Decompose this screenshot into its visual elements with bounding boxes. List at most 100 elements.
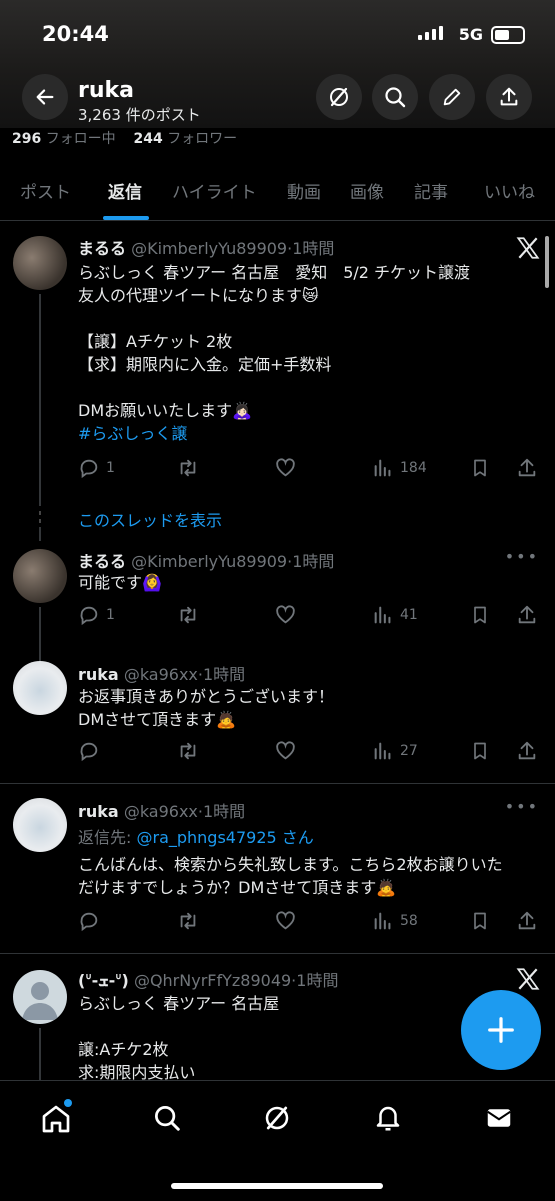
avatar[interactable]	[13, 661, 67, 715]
nav-messages[interactable]	[483, 1103, 513, 1133]
tweet-card[interactable]: ruka @ka96xx·1時間 ••• 返信先: @ra_phngs47925…	[0, 784, 555, 954]
author-handle[interactable]: @ka96xx	[124, 665, 198, 684]
tab-images[interactable]: 画像	[350, 178, 384, 203]
tab-articles[interactable]: 記事	[414, 178, 448, 203]
like-button[interactable]	[274, 910, 303, 932]
reply-count: 1	[106, 607, 115, 623]
more-dots-icon[interactable]: •••	[505, 797, 539, 816]
tab-highlights[interactable]: ハイライト	[172, 178, 257, 203]
like-button[interactable]	[274, 604, 303, 626]
thread-line	[39, 294, 41, 506]
bookmark-button[interactable]	[470, 910, 490, 932]
show-thread-link[interactable]: このスレッドを表示	[78, 507, 222, 531]
tweet-header: まるる @KimberlyYu89909·1時間	[78, 548, 334, 572]
compose-button[interactable]	[461, 990, 541, 1070]
view-count: 41	[400, 607, 418, 623]
share-tweet-button[interactable]	[516, 740, 538, 762]
tweet-line	[78, 376, 470, 399]
bookmark-icon	[474, 606, 486, 624]
reply-icon	[80, 742, 98, 762]
bookmark-icon	[474, 912, 486, 930]
hashtag-link[interactable]: #らぶしっく譲	[78, 422, 470, 445]
bookmark-button[interactable]	[470, 740, 490, 762]
default-avatar-icon	[22, 982, 58, 1020]
avatar[interactable]	[13, 970, 67, 1024]
edit-button[interactable]	[429, 74, 475, 120]
tweet-text: 可能です🙆‍♀️	[78, 571, 162, 594]
nav-home[interactable]	[40, 1099, 72, 1133]
author-name[interactable]: ruka	[78, 802, 119, 821]
author-handle[interactable]: @KimberlyYu89909	[131, 552, 287, 571]
share-tweet-button[interactable]	[516, 910, 538, 932]
nav-notifications[interactable]	[373, 1103, 403, 1133]
tweet-time: 1時間	[296, 971, 339, 990]
views-button[interactable]: 184	[372, 457, 427, 479]
reply-button[interactable]	[78, 740, 106, 762]
grok-button[interactable]	[316, 74, 362, 120]
views-button[interactable]: 27	[372, 740, 418, 762]
retweet-button[interactable]	[176, 910, 206, 932]
like-button[interactable]	[274, 740, 303, 762]
bookmark-button[interactable]	[470, 604, 490, 626]
tweet-line	[78, 307, 470, 330]
tweet-line: だけますでしょうか？DMさせて頂きます🙇	[78, 878, 397, 897]
retweet-button[interactable]	[176, 457, 206, 479]
followers-label[interactable]: フォロワー	[167, 131, 237, 147]
tweet-card[interactable]: ruka @ka96xx·1時間 お返事頂きありがとうございます！ DMさせて頂…	[0, 649, 555, 784]
notification-dot	[64, 1099, 72, 1107]
tweet-card[interactable]: まるる @KimberlyYu89909·1時間 らぶしっく 春ツアー 名古屋 …	[0, 221, 555, 541]
tweet-card[interactable]: まるる @KimberlyYu89909·1時間 ••• 可能です🙆‍♀️ 1 …	[0, 541, 555, 661]
tab-posts[interactable]: ポスト	[20, 178, 71, 203]
following-count[interactable]: 296	[12, 131, 41, 147]
tweet-line	[78, 1015, 279, 1038]
reply-to-user[interactable]: @ra_phngs47925 さん	[136, 828, 313, 847]
heart-icon	[276, 741, 295, 760]
profile-tabs: ポスト 返信 ハイライト 動画 画像 記事 いいね	[0, 160, 555, 221]
tweet-text: らぶしっく 春ツアー 名古屋 譲:Aチケ2枚 求:期限内支払い	[78, 992, 279, 1080]
x-logo-icon	[516, 968, 540, 990]
author-handle[interactable]: @ka96xx	[124, 802, 198, 821]
reply-button[interactable]	[78, 910, 106, 932]
tweet-header: まるる @KimberlyYu89909·1時間	[78, 235, 334, 259]
share-tweet-button[interactable]	[516, 604, 538, 626]
like-button[interactable]	[274, 457, 303, 479]
avatar[interactable]	[13, 549, 67, 603]
battery-icon	[491, 26, 525, 44]
search-icon	[155, 1106, 180, 1131]
avatar[interactable]	[13, 236, 67, 290]
nav-search[interactable]	[152, 1103, 182, 1133]
more-dots-icon[interactable]: •••	[505, 547, 539, 566]
reply-to-prefix: 返信先:	[78, 828, 137, 847]
tab-replies[interactable]: 返信	[108, 178, 142, 203]
heart-icon	[276, 605, 295, 624]
author-name[interactable]: (ᐡ-ܫ-ᐡ)	[78, 971, 129, 990]
nav-grok[interactable]	[262, 1103, 292, 1133]
author-name[interactable]: まるる	[78, 552, 126, 571]
reply-button[interactable]: 1	[78, 604, 115, 626]
retweet-button[interactable]	[176, 604, 206, 626]
share-button[interactable]	[486, 74, 532, 120]
author-name[interactable]: まるる	[78, 239, 126, 258]
tweet-time: 1時間	[203, 802, 246, 821]
following-label[interactable]: フォロー中	[46, 131, 116, 147]
author-handle[interactable]: @QhrNyrFfYz89049	[134, 971, 291, 990]
views-button[interactable]: 41	[372, 604, 418, 626]
reply-button[interactable]: 1	[78, 457, 115, 479]
share-tweet-button[interactable]	[516, 457, 538, 479]
tweet-text: らぶしっく 春ツアー 名古屋 愛知 5/2 チケット譲渡 友人の代理ツイートにな…	[78, 261, 470, 445]
reply-icon	[80, 606, 98, 626]
back-button[interactable]	[22, 74, 68, 120]
tab-likes[interactable]: いいね	[484, 178, 535, 203]
retweet-button[interactable]	[176, 740, 206, 762]
bookmark-button[interactable]	[470, 457, 490, 479]
author-name[interactable]: ruka	[78, 665, 119, 684]
followers-count[interactable]: 244	[134, 131, 163, 147]
thread-line	[39, 1028, 41, 1080]
reply-count: 1	[106, 460, 115, 476]
tab-videos[interactable]: 動画	[287, 178, 321, 203]
views-button[interactable]: 58	[372, 910, 418, 932]
avatar[interactable]	[13, 798, 67, 852]
share-icon	[518, 458, 536, 477]
search-button[interactable]	[372, 74, 418, 120]
author-handle[interactable]: @KimberlyYu89909	[131, 239, 287, 258]
